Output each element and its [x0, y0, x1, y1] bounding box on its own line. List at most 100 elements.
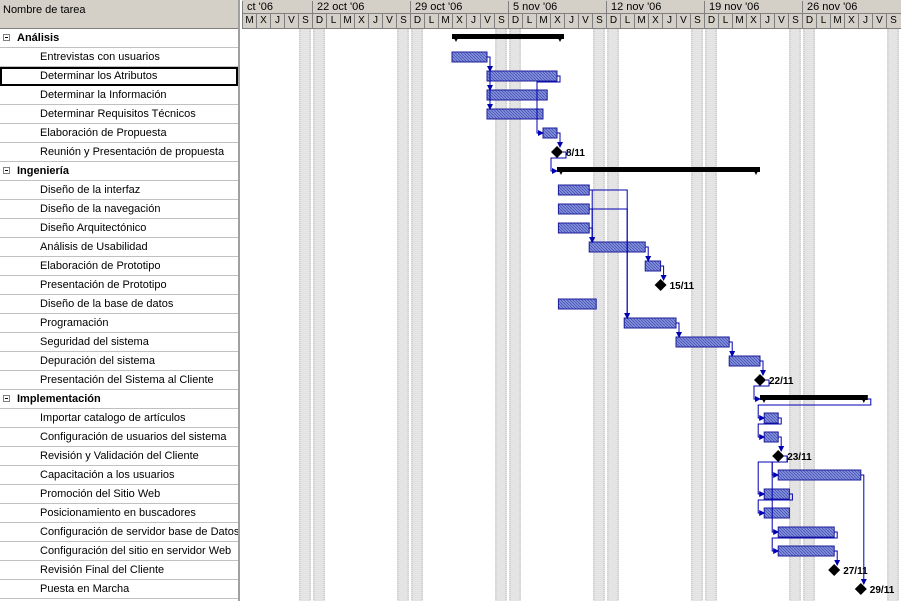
task-bar[interactable] — [777, 526, 835, 538]
task-bar[interactable] — [486, 70, 558, 82]
task-row[interactable]: Determinar Requisitos Técnicos — [0, 105, 238, 124]
collapse-toggle-icon[interactable] — [3, 167, 10, 174]
task-bar[interactable] — [763, 431, 779, 443]
task-row[interactable]: Configuración del sitio en servidor Web — [0, 542, 238, 561]
task-name: Elaboración de Propuesta — [40, 127, 167, 139]
collapse-toggle-icon[interactable] — [3, 395, 10, 402]
task-bar[interactable] — [557, 222, 590, 234]
summary-bar[interactable] — [760, 395, 868, 400]
timescale-day-label: J — [564, 14, 578, 28]
task-bar[interactable] — [623, 317, 677, 329]
milestone-marker — [654, 279, 667, 291]
task-name-column-label: Nombre de tarea — [3, 4, 86, 16]
timescale-day-label: M — [732, 14, 746, 28]
task-bar[interactable] — [557, 298, 597, 310]
task-bar[interactable] — [451, 51, 488, 63]
task-row[interactable]: Diseño Arquitectónico — [0, 219, 238, 238]
task-name: Diseño de la navegación — [40, 203, 161, 215]
task-row[interactable]: Revisión Final del Cliente — [0, 561, 238, 580]
task-bar[interactable] — [486, 108, 544, 120]
task-bar[interactable] — [763, 412, 779, 424]
weekend-shade — [887, 29, 899, 601]
summary-bar[interactable] — [557, 167, 760, 172]
task-row[interactable]: Determinar los Atributos — [0, 67, 238, 86]
timescale-day-label: V — [578, 14, 592, 28]
task-bar[interactable] — [557, 203, 590, 215]
timescale-day-label: X — [452, 14, 466, 28]
timescale-day-label: D — [606, 14, 620, 28]
task-row[interactable]: Posicionamiento en buscadores — [0, 504, 238, 523]
task-name: Depuración del sistema — [40, 355, 155, 367]
task-row[interactable]: Presentación de Prototipo — [0, 276, 238, 295]
task-name: Importar catalogo de artículos — [40, 412, 186, 424]
collapse-toggle-icon[interactable] — [3, 34, 10, 41]
task-row[interactable]: Elaboración de Propuesta — [0, 124, 238, 143]
timescale-day-label: L — [522, 14, 536, 28]
summary-task-row[interactable]: Ingeniería — [0, 162, 238, 181]
timescale-day-label: X — [746, 14, 760, 28]
task-bar[interactable] — [557, 184, 590, 196]
task-name: Entrevistas con usuarios — [40, 51, 160, 63]
timescale-day-label: L — [326, 14, 340, 28]
timescale-day-label: V — [382, 14, 396, 28]
timescale-day-label: D — [704, 14, 718, 28]
timescale-day-label: D — [508, 14, 522, 28]
task-row[interactable]: Revisión y Validación del Cliente — [0, 447, 238, 466]
task-bar[interactable] — [588, 241, 646, 253]
task-name: Análisis — [17, 32, 60, 44]
timescale-week-label: 22 oct '06 — [312, 1, 410, 14]
task-bar[interactable] — [675, 336, 730, 348]
task-bar[interactable] — [644, 260, 662, 272]
task-name: Seguridad del sistema — [40, 336, 149, 348]
task-row[interactable]: Reunión y Presentación de propuesta — [0, 143, 238, 162]
task-name-column-header[interactable]: Nombre de tarea — [0, 0, 238, 29]
timescale-day-label: S — [886, 14, 900, 28]
task-row[interactable]: Puesta en Marcha — [0, 580, 238, 599]
task-bar[interactable] — [777, 545, 835, 557]
task-row[interactable]: Promoción del Sitio Web — [0, 485, 238, 504]
task-row[interactable]: Seguridad del sistema — [0, 333, 238, 352]
task-row[interactable]: Elaboración de Prototipo — [0, 257, 238, 276]
task-row[interactable]: Depuración del sistema — [0, 352, 238, 371]
timescale-week-label: 19 nov '06 — [704, 1, 802, 14]
task-name: Revisión y Validación del Cliente — [40, 450, 199, 462]
task-row[interactable]: Programación — [0, 314, 238, 333]
task-bar[interactable] — [763, 507, 790, 519]
milestone-date-label: 29/11 — [870, 585, 895, 596]
timescale-day-label: M — [634, 14, 648, 28]
summary-task-row[interactable]: Análisis — [0, 29, 238, 48]
gantt-chart-area: ct '06 22 oct '06 29 oct '06 5 nov '06 12 no… — [242, 0, 901, 601]
task-row[interactable]: Entrevistas con usuarios — [0, 48, 238, 67]
summary-task-row[interactable]: Implementación — [0, 390, 238, 409]
weekend-shade — [789, 29, 801, 601]
timescale-day-label: J — [858, 14, 872, 28]
task-row[interactable]: Diseño de la navegación — [0, 200, 238, 219]
task-name: Diseño de la base de datos — [40, 298, 174, 310]
summary-bar[interactable] — [452, 34, 564, 39]
task-bar[interactable] — [763, 488, 790, 500]
timescale-day-label: S — [494, 14, 508, 28]
task-row[interactable]: Configuración de usuarios del sistema — [0, 428, 238, 447]
timescale-day-label: V — [676, 14, 690, 28]
task-row[interactable]: Diseño de la base de datos — [0, 295, 238, 314]
timescale-day-label: S — [396, 14, 410, 28]
task-bar[interactable] — [486, 89, 548, 101]
timescale-day-label: S — [592, 14, 606, 28]
task-row[interactable]: Diseño de la interfaz — [0, 181, 238, 200]
task-row[interactable]: Análisis de Usabilidad — [0, 238, 238, 257]
timescale-day-label: M — [242, 14, 256, 28]
task-row[interactable]: Capacitación a los usuarios — [0, 466, 238, 485]
task-name: Configuración del sitio en servidor Web — [40, 545, 232, 557]
task-name: Diseño de la interfaz — [40, 184, 141, 196]
task-row[interactable]: Configuración de servidor base de Datos — [0, 523, 238, 542]
task-row[interactable]: Determinar la Información — [0, 86, 238, 105]
task-row[interactable]: Presentación del Sistema al Cliente — [0, 371, 238, 390]
task-name: Posicionamiento en buscadores — [40, 507, 196, 519]
timescale-week-label: 12 nov '06 — [606, 1, 704, 14]
timescale-day-label: J — [368, 14, 382, 28]
task-bar[interactable] — [777, 469, 862, 481]
task-bar[interactable] — [728, 355, 761, 367]
task-row[interactable]: Importar catalogo de artículos — [0, 409, 238, 428]
task-bar[interactable] — [542, 127, 558, 139]
timescale-week-label: 29 oct '06 — [410, 1, 508, 14]
